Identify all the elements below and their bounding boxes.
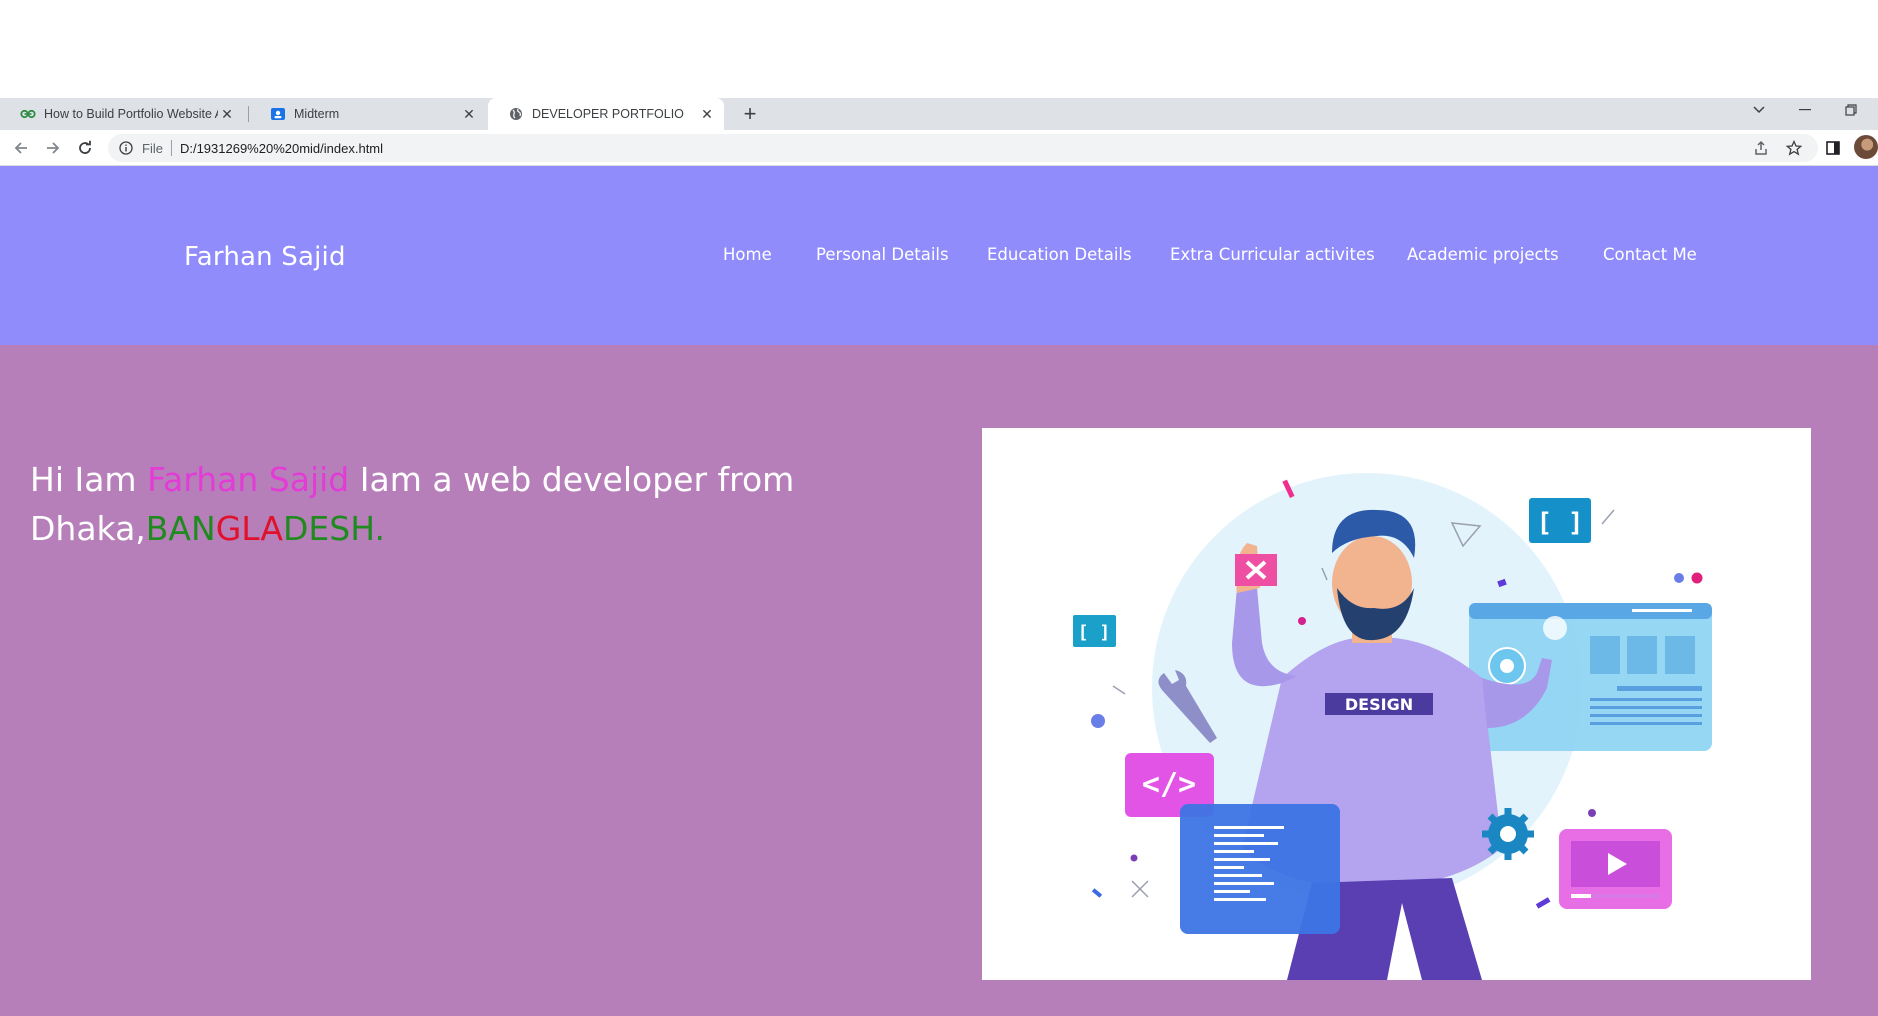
url-divider (170, 140, 172, 156)
country-part-3: DESH (283, 509, 375, 548)
bracket-badge-large: [ ] (1529, 498, 1591, 543)
tab-title: DEVELOPER PORTFOLIO (532, 107, 684, 121)
tab-divider (248, 106, 249, 122)
tab-developer-portfolio[interactable]: DEVELOPER PORTFOLIO ✕ (488, 98, 724, 130)
main-nav: Home Personal Details Education Details … (0, 245, 1878, 269)
site-info-icon[interactable] (118, 140, 134, 156)
hero-section: Hi Iam Farhan Sajid Iam a web developer … (0, 345, 1878, 1016)
nav-personal-details[interactable]: Personal Details (816, 245, 949, 264)
developer-illustration: [ ] [ ] DESIGN </> (982, 428, 1811, 980)
close-tab-icon[interactable]: ✕ (460, 105, 478, 123)
highlighted-name: Farhan Sajid (147, 460, 350, 499)
svg-text:[ ]: [ ] (1537, 508, 1584, 538)
tab-title: How to Build Portfolio Website A (44, 107, 218, 121)
forward-icon[interactable] (41, 136, 65, 160)
svg-text:[ ]: [ ] (1078, 622, 1111, 643)
nav-academic-projects[interactable]: Academic projects (1407, 245, 1559, 264)
url-scheme-label: File (142, 140, 163, 156)
url-text[interactable]: D:/1931269%20%20mid/index.html (180, 141, 383, 156)
geeksforgeeks-icon (20, 106, 36, 122)
intro-prefix: Hi Iam (30, 460, 148, 499)
bookmark-star-icon[interactable] (1782, 136, 1806, 160)
nav-contact-me[interactable]: Contact Me (1603, 245, 1697, 264)
tab-portfolio-tutorial[interactable]: How to Build Portfolio Website A ✕ (0, 98, 244, 130)
tab-search-chevron-icon[interactable] (1746, 98, 1772, 122)
site-header: Farhan Sajid Home Personal Details Educa… (0, 166, 1878, 345)
browser-tab-strip: How to Build Portfolio Website A ✕ Midte… (0, 98, 1878, 130)
reload-icon[interactable] (73, 136, 97, 160)
dashboard-window (1469, 603, 1712, 751)
close-badge (1235, 554, 1277, 586)
tab-midterm[interactable]: Midterm ✕ (250, 98, 486, 130)
close-tab-icon[interactable]: ✕ (218, 105, 236, 123)
tab-title: Midterm (294, 107, 340, 121)
address-bar[interactable]: File D:/1931269%20%20mid/index.html (108, 134, 1818, 162)
profile-avatar[interactable] (1854, 135, 1878, 159)
share-icon[interactable] (1749, 136, 1773, 160)
globe-icon (508, 106, 524, 122)
country-part-2: GLA (215, 509, 283, 548)
browser-toolbar: File D:/1931269%20%20mid/index.html (0, 130, 1878, 166)
classroom-icon (270, 106, 286, 122)
restore-button[interactable] (1836, 98, 1866, 122)
nav-extra-curricular[interactable]: Extra Curricular activites (1170, 245, 1375, 264)
minimize-button[interactable] (1790, 98, 1820, 122)
code-document (1180, 804, 1340, 934)
country-part-1: BAN (145, 509, 216, 548)
bracket-badge-small: [ ] (1073, 615, 1116, 647)
shirt-label: DESIGN (1345, 695, 1413, 714)
intro-text: Hi Iam Farhan Sajid Iam a web developer … (30, 455, 830, 553)
new-tab-button[interactable]: + (736, 98, 764, 130)
nav-education-details[interactable]: Education Details (987, 245, 1132, 264)
video-player (1559, 829, 1672, 909)
close-tab-icon[interactable]: ✕ (698, 105, 716, 123)
side-panel-icon[interactable] (1821, 136, 1845, 160)
country-part-4: . (374, 509, 385, 548)
back-icon[interactable] (9, 136, 33, 160)
svg-text:</>: </> (1142, 767, 1196, 802)
nav-home[interactable]: Home (723, 245, 772, 264)
